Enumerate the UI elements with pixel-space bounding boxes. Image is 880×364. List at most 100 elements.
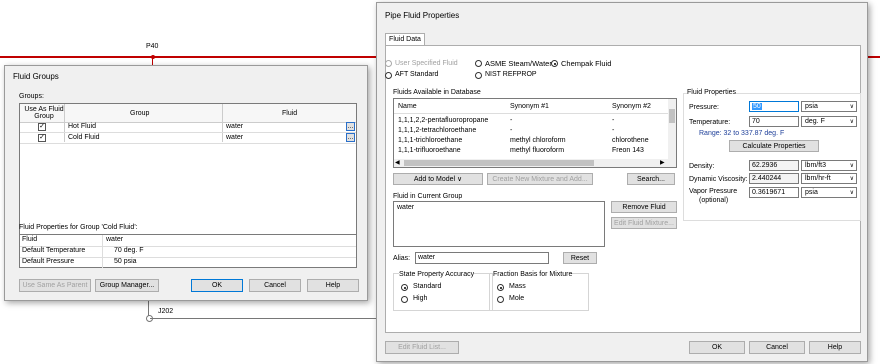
- use-as-group-checkbox[interactable]: ✓: [38, 123, 46, 131]
- pipe-label-j202: J202: [158, 308, 174, 315]
- fluid-syn1: methyl fluoroform: [510, 147, 565, 154]
- props-name: Fluid: [22, 236, 38, 243]
- viscosity-unit: lbm/hr-ft: [805, 175, 831, 182]
- viscosity-unit-select[interactable]: lbm/hr-ft ∨: [801, 173, 857, 184]
- source-asme-radio[interactable]: [475, 60, 482, 67]
- density-label: Density:: [689, 163, 715, 170]
- use-same-as-parent-button[interactable]: Use Same As Parent: [19, 279, 91, 292]
- list-item[interactable]: 1,1,1,2,2-pentafluoropropane - -: [394, 116, 668, 126]
- fluid-name-cell: water: [226, 134, 244, 141]
- pipe-p40-line[interactable]: [0, 56, 380, 58]
- chevron-down-icon: ∨: [849, 190, 854, 196]
- density-value: 62.2936: [752, 162, 778, 169]
- temperature-input[interactable]: 70: [749, 116, 799, 127]
- cancel-button[interactable]: Cancel: [749, 341, 805, 354]
- list-item[interactable]: 1,1,1-trichloroethane methyl chloroform …: [394, 136, 668, 146]
- source-user-specified-label: User Specified Fluid: [395, 60, 458, 67]
- help-button[interactable]: Help: [809, 341, 861, 354]
- fluid-syn1: methyl chloroform: [510, 137, 566, 144]
- chevron-down-icon: ∨: [849, 119, 854, 125]
- cancel-button[interactable]: Cancel: [249, 279, 301, 292]
- accuracy-standard-radio[interactable]: [401, 284, 408, 291]
- alias-input[interactable]: water: [415, 252, 549, 264]
- source-user-specified-radio[interactable]: [385, 60, 392, 67]
- fluid-syn2: Freon 143: [612, 147, 644, 154]
- ok-button[interactable]: OK: [689, 341, 745, 354]
- density-unit: lbm/ft3: [805, 162, 827, 169]
- fraction-mass-radio[interactable]: [497, 284, 504, 291]
- fluid-syn2: -: [612, 127, 615, 134]
- accuracy-high-radio[interactable]: [401, 296, 408, 303]
- vapor-pressure-unit-select[interactable]: psia ∨: [801, 187, 857, 198]
- viscosity-label: Dynamic Viscosity:: [689, 176, 748, 183]
- fluid-syn1: -: [510, 117, 513, 124]
- pressure-unit-select[interactable]: psia ∨: [801, 101, 857, 112]
- vertical-scrollbar[interactable]: [668, 99, 676, 159]
- edit-fluid-list-button[interactable]: Edit Fluid List...: [385, 341, 459, 354]
- accuracy-group-label: State Property Accuracy: [399, 271, 475, 278]
- table-row[interactable]: ✓ Cold Fluid water ...: [20, 133, 356, 144]
- fluid-syn1: -: [510, 127, 513, 134]
- edit-fluid-mixture-button[interactable]: Edit Fluid Mixture...: [611, 217, 677, 229]
- temperature-label: Temperature:: [689, 119, 731, 126]
- group-manager-button[interactable]: Group Manager...: [95, 279, 159, 292]
- scroll-thumb[interactable]: [404, 160, 594, 166]
- table-row[interactable]: ✓ Hot Fluid water ...: [20, 122, 356, 133]
- alias-value: water: [418, 254, 436, 261]
- accuracy-group: [393, 273, 493, 311]
- calculate-properties-button[interactable]: Calculate Properties: [729, 140, 819, 152]
- vapor-pressure-input[interactable]: 0.3619671: [749, 187, 799, 198]
- props-name: Default Pressure: [22, 258, 75, 265]
- current-group-label: Fluid in Current Group: [393, 193, 463, 200]
- fraction-mole-radio[interactable]: [497, 296, 504, 303]
- source-nist-radio[interactable]: [475, 72, 482, 79]
- pipe-p40-drop[interactable]: [152, 56, 153, 65]
- fluid-name: 1,1,1,2-tetrachloroethane: [398, 127, 477, 134]
- temperature-unit-select[interactable]: deg. F ∨: [801, 116, 857, 127]
- source-aft-radio[interactable]: [385, 72, 392, 79]
- pipe-fluid-title: Pipe Fluid Properties: [385, 11, 460, 20]
- fluids-available-label: Fluids Available in Database: [393, 89, 481, 96]
- group-name-cell: Hot Fluid: [68, 123, 97, 130]
- list-item[interactable]: 1,1,1,2-tetrachloroethane - -: [394, 126, 668, 136]
- pressure-unit: psia: [805, 103, 818, 110]
- header-fluid: Fluid: [282, 110, 298, 117]
- pressure-input[interactable]: 50: [749, 101, 799, 112]
- add-to-model-button[interactable]: Add to Model ∨: [393, 173, 483, 185]
- groups-label: Groups:: [19, 93, 44, 100]
- source-aft-label: AFT Standard: [395, 71, 439, 78]
- source-chempak-radio[interactable]: [551, 60, 558, 67]
- scroll-left-icon[interactable]: ◀: [395, 159, 400, 166]
- list-item[interactable]: 1,1,1-trifluoroethane methyl fluoroform …: [394, 146, 668, 156]
- header-synonym2: Synonym #2: [612, 103, 651, 110]
- fluids-available-list[interactable]: Name Synonym #1 Synonym #2 1,1,1,2,2-pen…: [393, 98, 677, 168]
- fraction-group-label: Fraction Basis for Mixture: [493, 271, 573, 278]
- search-button[interactable]: Search...: [627, 173, 675, 185]
- use-as-group-checkbox[interactable]: ✓: [38, 134, 46, 142]
- pressure-value: 50: [752, 103, 762, 110]
- fluid-syn2: chlorothene: [612, 137, 649, 144]
- reset-button[interactable]: Reset: [563, 252, 597, 264]
- pipe-bottom-line[interactable]: [150, 318, 380, 319]
- horizontal-scrollbar[interactable]: ◀ ▶: [394, 159, 676, 167]
- scroll-right-icon[interactable]: ▶: [660, 159, 665, 166]
- help-button[interactable]: Help: [307, 279, 359, 292]
- chevron-down-icon: ∨: [849, 176, 854, 182]
- density-unit-select[interactable]: lbm/ft3 ∨: [801, 160, 857, 171]
- current-group-list[interactable]: water: [393, 201, 605, 247]
- browse-fluid-button[interactable]: ...: [346, 133, 355, 142]
- header-group: Group: [130, 110, 150, 117]
- create-mixture-button[interactable]: Create New Mixture and Add...: [487, 173, 593, 185]
- scroll-thumb[interactable]: [669, 109, 675, 123]
- list-item[interactable]: water: [397, 204, 414, 211]
- available-header-row: Name Synonym #1 Synonym #2: [394, 99, 668, 114]
- accuracy-high-label: High: [413, 295, 428, 302]
- source-chempak-label: Chempak Fluid: [561, 59, 612, 68]
- remove-fluid-button[interactable]: Remove Fluid: [611, 201, 677, 213]
- browse-fluid-button[interactable]: ...: [346, 122, 355, 131]
- fraction-mass-label: Mass: [509, 283, 526, 290]
- ok-button[interactable]: OK: [191, 279, 243, 292]
- viscosity-value-box: 2.440244: [749, 173, 799, 184]
- viscosity-value: 2.440244: [752, 175, 782, 182]
- groups-header-row: Use As Fluid Group Group Fluid: [20, 104, 356, 142]
